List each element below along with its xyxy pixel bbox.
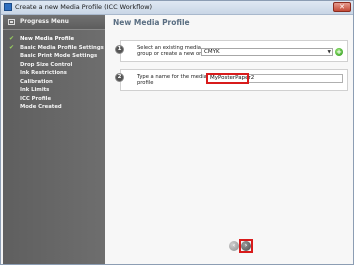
back-button[interactable]: ‹ — [229, 241, 239, 251]
step1-badge: 1 — [115, 45, 124, 54]
media-group-select[interactable]: CMYK ▼ — [201, 48, 333, 56]
sidebar-item-label: Basic Print Mode Settings — [20, 53, 98, 59]
next-highlight-box — [239, 239, 253, 253]
sidebar-item-label: Basic Media Profile Settings — [20, 44, 104, 51]
media-group-select-value: CMYK — [204, 49, 220, 55]
window-title: Create a new Media Profile (ICC Workflow… — [15, 3, 153, 11]
app-window: Create a new Media Profile (ICC Workflow… — [0, 0, 354, 265]
title-bar[interactable]: Create a new Media Profile (ICC Workflow… — [1, 1, 353, 15]
step2-instruction-line2: profile — [137, 80, 154, 86]
sidebar-item-label: Ink Restrictions — [20, 70, 67, 76]
sidebar-item-calibration[interactable]: Calibration — [3, 78, 105, 86]
sidebar-item-label: Ink Limits — [20, 87, 50, 93]
sidebar-item-basic-media-profile-settings[interactable]: ✔ Basic Media Profile Settings — [3, 44, 105, 52]
chevron-down-icon: ▼ — [327, 50, 331, 55]
step2-instruction: Type a name for the media profile — [137, 74, 207, 86]
progress-menu-sidebar: Progress Menu ✔ New Media Profile ✔ Basi… — [3, 15, 105, 264]
step1-instruction-line2: group or create a new one — [137, 51, 206, 57]
checkmark-icon: ✔ — [9, 43, 15, 51]
name-highlight-box — [206, 73, 249, 84]
sidebar-item-ink-restrictions[interactable]: Ink Restrictions — [3, 69, 105, 77]
sidebar-item-drop-size-control[interactable]: Drop Size Control — [3, 61, 105, 69]
progress-menu-header: Progress Menu — [3, 15, 105, 30]
sidebar-item-new-media-profile[interactable]: ✔ New Media Profile — [3, 35, 105, 43]
add-media-group-button[interactable]: + — [335, 48, 343, 56]
step1-instruction: Select an existing media group or create… — [137, 45, 206, 57]
close-button[interactable]: ✕ — [333, 2, 351, 12]
sidebar-item-icc-profile[interactable]: ICC Profile — [3, 95, 105, 103]
sidebar-item-label: ICC Profile — [20, 95, 52, 102]
sidebar-item-label: New Media Profile — [20, 36, 75, 42]
sidebar-item-label: Drop Size Control — [20, 61, 73, 68]
sidebar-item-label: Calibration — [20, 78, 53, 85]
page-title: New Media Profile — [113, 18, 190, 27]
sidebar-item-ink-limits[interactable]: Ink Limits — [3, 86, 105, 94]
sidebar-item-label: Mode Created — [20, 104, 62, 110]
main-content: New Media Profile 1 Select an existing m… — [105, 15, 353, 264]
checkmark-icon: ✔ — [9, 35, 15, 42]
sidebar-item-mode-created[interactable]: Mode Created — [3, 103, 105, 111]
menu-icon — [8, 19, 15, 25]
app-icon — [4, 3, 12, 11]
step2-badge: 2 — [115, 73, 124, 82]
progress-menu-title: Progress Menu — [20, 19, 69, 25]
sidebar-item-basic-print-mode-settings[interactable]: Basic Print Mode Settings — [3, 52, 105, 60]
